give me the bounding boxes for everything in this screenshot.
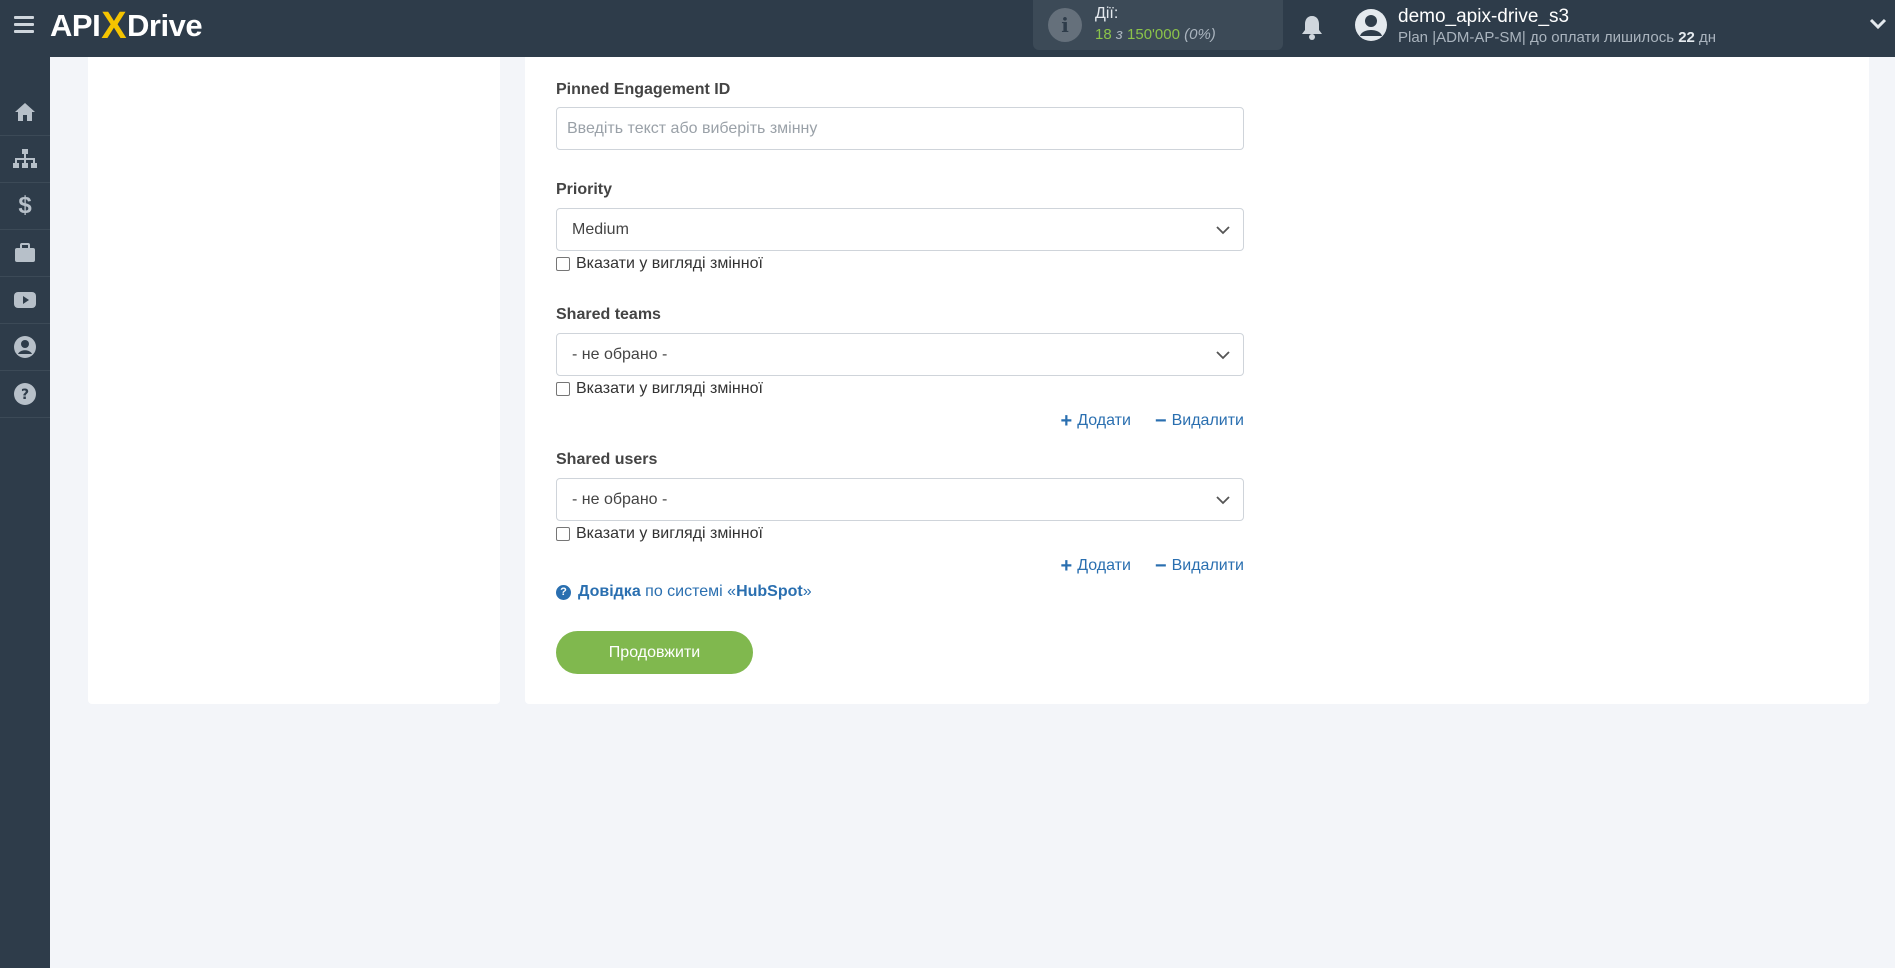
pinned-engagement-placeholder: Введіть текст або виберіть змінну: [567, 120, 818, 137]
help-icon: ?: [14, 383, 36, 405]
logo-text-right: Drive: [127, 8, 203, 43]
shared-teams-variable-checkbox-row[interactable]: Вказати у вигляді змінної: [556, 380, 763, 398]
priority-label: Priority: [556, 181, 613, 198]
shared-teams-variable-label: Вказати у вигляді змінної: [576, 380, 763, 397]
shared-teams-variable-checkbox[interactable]: [556, 382, 570, 396]
sidebar-item-account[interactable]: [0, 324, 50, 371]
sidebar-item-billing[interactable]: $: [0, 183, 50, 230]
home-icon: [15, 103, 35, 121]
shared-teams-value: - не обрано -: [572, 346, 668, 363]
logo-text-left: API: [50, 8, 101, 43]
chevron-down-icon: [1216, 226, 1230, 235]
shared-teams-label: Shared teams: [556, 306, 661, 323]
pinned-engagement-input[interactable]: Введіть текст або виберіть змінну: [556, 107, 1244, 150]
user-name[interactable]: demo_apix-drive_s3: [1398, 6, 1569, 28]
top-bar: API X Drive i Дії: 18 з 150'000 (0%) demo_…: [0, 0, 1895, 57]
youtube-icon: [14, 292, 36, 308]
shared-teams-remove-button[interactable]: − Видалити: [1154, 410, 1244, 432]
question-circle-icon: ?: [556, 584, 571, 600]
actions-count: 18 з 150'000 (0%): [1095, 26, 1216, 43]
plus-icon: +: [1060, 410, 1073, 432]
shared-users-variable-label: Вказати у вигляді змінної: [576, 525, 763, 542]
shared-users-remove-button[interactable]: − Видалити: [1154, 555, 1244, 577]
dollar-icon: $: [18, 192, 32, 219]
menu-icon[interactable]: [14, 16, 34, 34]
minus-icon: −: [1154, 555, 1167, 577]
priority-select[interactable]: Medium: [556, 208, 1244, 251]
actions-counter: i Дії: 18 з 150'000 (0%): [1033, 0, 1283, 50]
sidebar-item-home[interactable]: [0, 89, 50, 136]
user-circle-icon: [14, 336, 36, 358]
sidebar: $ ?: [0, 57, 50, 968]
sitemap-icon: [13, 149, 37, 168]
info-icon: i: [1048, 8, 1082, 42]
priority-variable-checkbox[interactable]: [556, 257, 570, 271]
actions-label: Дії:: [1095, 5, 1119, 22]
priority-variable-checkbox-row[interactable]: Вказати у вигляді змінної: [556, 255, 763, 273]
minus-icon: −: [1154, 410, 1167, 432]
shared-users-add-button[interactable]: + Додати: [1060, 555, 1131, 577]
plus-icon: +: [1060, 555, 1073, 577]
shared-teams-add-button[interactable]: + Додати: [1060, 410, 1131, 432]
chevron-down-icon: [1216, 351, 1230, 360]
shared-users-value: - не обрано -: [572, 491, 668, 508]
sidebar-item-video[interactable]: [0, 277, 50, 324]
shared-users-select[interactable]: - не обрано -: [556, 478, 1244, 521]
pinned-engagement-label: Pinned Engagement ID: [556, 81, 731, 98]
priority-variable-label: Вказати у вигляді змінної: [576, 255, 763, 272]
user-plan: Plan |ADM-AP-SM| до оплати лишилось 22 д…: [1398, 29, 1717, 46]
bell-icon[interactable]: [1300, 14, 1324, 40]
left-panel: [88, 57, 500, 704]
shared-users-actions: + Додати − Видалити: [1050, 555, 1244, 577]
shared-teams-actions: + Додати − Видалити: [1050, 410, 1244, 432]
continue-button[interactable]: Продовжити: [556, 631, 753, 674]
shared-users-label: Shared users: [556, 451, 658, 468]
avatar-icon[interactable]: [1354, 8, 1388, 42]
shared-users-variable-checkbox-row[interactable]: Вказати у вигляді змінної: [556, 525, 763, 543]
chevron-down-icon: [1216, 496, 1230, 505]
sidebar-item-connections[interactable]: [0, 136, 50, 183]
chevron-down-icon[interactable]: [1869, 18, 1887, 30]
shared-teams-select[interactable]: - не обрано -: [556, 333, 1244, 376]
sidebar-item-help[interactable]: ?: [0, 371, 50, 418]
priority-value: Medium: [572, 221, 629, 238]
svg-text:?: ?: [21, 387, 29, 403]
shared-users-variable-checkbox[interactable]: [556, 527, 570, 541]
logo[interactable]: API X Drive: [50, 4, 203, 47]
briefcase-icon: [15, 243, 35, 262]
help-link[interactable]: ? Довідка по системі «HubSpot»: [556, 583, 812, 601]
logo-x: X: [101, 4, 127, 47]
sidebar-item-projects[interactable]: [0, 230, 50, 277]
